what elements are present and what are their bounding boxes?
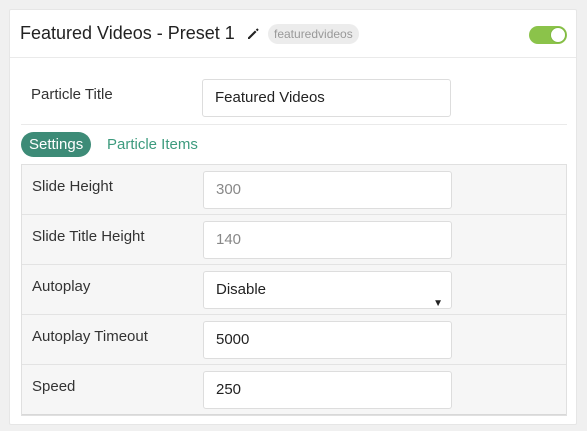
particle-title-row: Particle Title Featured Videos: [21, 69, 567, 125]
autoplay-selected-value: Disable: [216, 281, 267, 298]
autoplay-label: Autoplay: [32, 278, 91, 295]
setting-row-autoplay: Autoplay Disable ▼: [22, 265, 566, 315]
slide-title-height-input[interactable]: 140: [203, 221, 452, 259]
setting-row-autoplay-timeout: Autoplay Timeout 5000: [22, 315, 566, 365]
tab-particle-items[interactable]: Particle Items: [107, 132, 198, 157]
setting-row-speed: Speed 250: [22, 365, 566, 415]
toggle-knob: [550, 27, 566, 43]
tab-settings[interactable]: Settings: [21, 132, 92, 157]
enable-toggle[interactable]: [529, 26, 567, 44]
panel-header: Featured Videos - Preset 1 featuredvideo…: [10, 10, 576, 58]
setting-row-slide-height: Slide Height 300: [22, 165, 566, 215]
slide-height-label: Slide Height: [32, 178, 113, 195]
slide-title-height-label: Slide Title Height: [32, 228, 145, 245]
particle-title-label: Particle Title: [31, 86, 113, 103]
pencil-icon[interactable]: [246, 27, 260, 41]
particle-panel: Featured Videos - Preset 1 featuredvideo…: [9, 9, 577, 425]
speed-input[interactable]: 250: [203, 371, 452, 409]
autoplay-timeout-label: Autoplay Timeout: [32, 328, 148, 345]
particle-title-input[interactable]: Featured Videos: [202, 79, 451, 117]
settings-panel: Slide Height 300 Slide Title Height 140 …: [21, 164, 567, 416]
slide-height-input[interactable]: 300: [203, 171, 452, 209]
autoplay-timeout-input[interactable]: 5000: [203, 321, 452, 359]
autoplay-select[interactable]: Disable ▼: [203, 271, 452, 309]
speed-label: Speed: [32, 378, 76, 395]
setting-row-slide-title-height: Slide Title Height 140: [22, 215, 566, 265]
particle-type-badge: featuredvideos: [268, 24, 359, 44]
panel-title: Featured Videos - Preset 1: [20, 23, 235, 43]
